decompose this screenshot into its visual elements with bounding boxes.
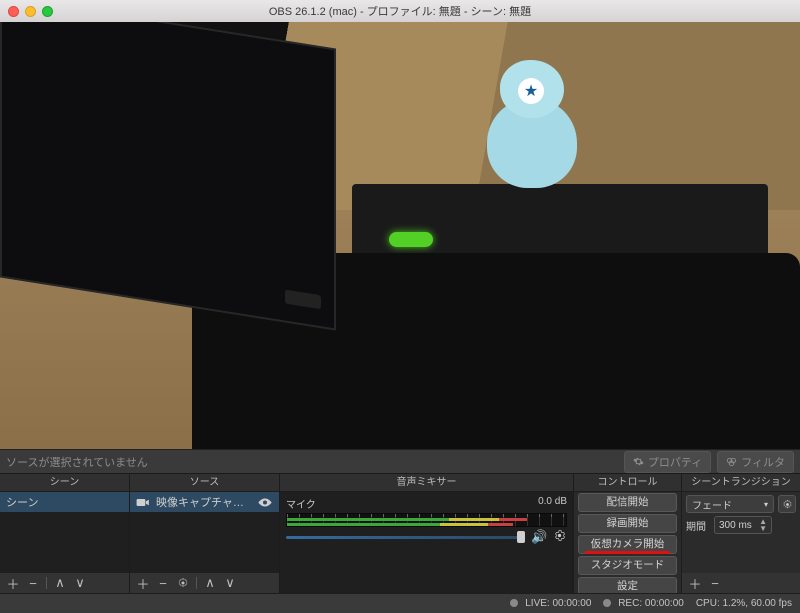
scenes-panel-title: シーン: [0, 474, 129, 492]
status-bar: LIVE: 00:00:00 REC: 00:00:00 CPU: 1.2%, …: [0, 593, 800, 613]
transition-selected-label: フェード: [692, 497, 732, 512]
controls-panel: コントロール 配信開始 録画開始 仮想カメラ開始 スタジオモード 設定 終了: [574, 474, 682, 593]
scene-move-down-button[interactable]: ∨: [71, 575, 89, 591]
scene-move-up-button[interactable]: ∧: [51, 575, 69, 591]
eye-icon[interactable]: [257, 497, 273, 508]
transition-duration-label: 期間: [686, 518, 710, 533]
gear-icon: [782, 499, 793, 510]
camera-icon: [136, 497, 150, 508]
scenes-list[interactable]: シーン: [0, 492, 129, 573]
window-traffic-lights: [8, 6, 53, 17]
status-rec: REC: 00:00:00: [603, 598, 683, 609]
audio-mixer-panel: 音声ミキサー マイク 0.0 dB 🔊: [280, 474, 574, 593]
controls-list: 配信開始 録画開始 仮想カメラ開始 スタジオモード 設定 終了: [574, 492, 681, 593]
scene-item-label: シーン: [6, 494, 38, 510]
window-title: OBS 26.1.2 (mac) - プロファイル: 無題 - シーン: 無題: [0, 3, 800, 19]
properties-button[interactable]: プロパティ: [624, 451, 711, 473]
separator: [46, 577, 47, 589]
close-window-button[interactable]: [8, 6, 19, 17]
chevron-down-icon: ▾: [764, 500, 768, 509]
transition-duration-value: 300 ms: [719, 520, 752, 531]
preview-canvas: ★: [0, 22, 800, 449]
start-streaming-button[interactable]: 配信開始: [578, 493, 677, 512]
dock: シーン シーン ＋ − ∧ ∨ ソース 映像キャプチャデバイ.. ＋ −: [0, 473, 800, 593]
transitions-toolbar: ＋ −: [682, 573, 800, 593]
status-live: LIVE: 00:00:00: [510, 598, 591, 609]
preview-toolbar: ソースが選択されていません プロパティ フィルタ: [0, 449, 800, 473]
filter-icon: [726, 456, 737, 467]
scene-transitions-body: フェード ▾ 期間 300 ms ▲▼: [682, 492, 800, 573]
remove-transition-button[interactable]: −: [706, 575, 724, 591]
maximize-window-button[interactable]: [42, 6, 53, 17]
mixer-track-name: マイク: [286, 496, 316, 511]
source-item-label: 映像キャプチャデバイ..: [156, 494, 251, 510]
mixer-settings-button[interactable]: [553, 529, 567, 545]
status-rec-time: 00:00:00: [645, 598, 684, 609]
remove-source-button[interactable]: −: [154, 575, 172, 591]
properties-button-label: プロパティ: [648, 454, 702, 470]
source-move-down-button[interactable]: ∨: [221, 575, 239, 591]
scene-transitions-title: シーントランジション: [682, 474, 800, 492]
scenes-toolbar: ＋ − ∧ ∨: [0, 573, 129, 593]
window-titlebar: OBS 26.1.2 (mac) - プロファイル: 無題 - シーン: 無題: [0, 0, 800, 22]
status-live-label: LIVE:: [525, 598, 549, 609]
rec-dot-icon: [603, 599, 611, 607]
gear-icon: [177, 577, 189, 589]
sources-panel: ソース 映像キャプチャデバイ.. ＋ − ∧ ∨: [130, 474, 280, 593]
speaker-icon[interactable]: 🔊: [531, 529, 547, 545]
scene-transitions-panel: シーントランジション フェード ▾ 期間 300 ms ▲▼ ＋: [682, 474, 800, 593]
source-properties-button[interactable]: [174, 575, 192, 591]
live-dot-icon: [510, 599, 518, 607]
audio-mixer-title: 音声ミキサー: [280, 474, 573, 492]
studio-mode-button[interactable]: スタジオモード: [578, 556, 677, 575]
gear-icon: [553, 529, 566, 542]
status-live-time: 00:00:00: [552, 598, 591, 609]
sources-list[interactable]: 映像キャプチャデバイ..: [130, 492, 279, 573]
settings-button[interactable]: 設定: [578, 577, 677, 593]
separator: [196, 577, 197, 589]
source-move-up-button[interactable]: ∧: [201, 575, 219, 591]
sources-toolbar: ＋ − ∧ ∨: [130, 573, 279, 593]
mixer-level-meter: [286, 513, 567, 527]
remove-scene-button[interactable]: −: [24, 575, 42, 591]
status-cpu: CPU: 1.2%, 60.00 fps: [696, 598, 792, 609]
gear-icon: [633, 456, 644, 467]
sources-panel-title: ソース: [130, 474, 279, 492]
source-item[interactable]: 映像キャプチャデバイ..: [130, 492, 279, 512]
scene-item[interactable]: シーン: [0, 492, 129, 512]
add-scene-button[interactable]: ＋: [4, 575, 22, 591]
spinner-arrows-icon[interactable]: ▲▼: [759, 518, 767, 532]
mixer-volume-slider[interactable]: [286, 530, 525, 544]
add-transition-button[interactable]: ＋: [686, 575, 704, 591]
minimize-window-button[interactable]: [25, 6, 36, 17]
preview-area[interactable]: ★: [0, 22, 800, 449]
transition-select[interactable]: フェード ▾: [686, 495, 774, 513]
transition-settings-button[interactable]: [778, 495, 796, 513]
mixer-track-db: 0.0 dB: [538, 496, 567, 511]
start-recording-button[interactable]: 録画開始: [578, 514, 677, 533]
controls-panel-title: コントロール: [574, 474, 681, 492]
filters-button-label: フィルタ: [741, 454, 785, 470]
mixer-track: マイク 0.0 dB 🔊: [280, 492, 573, 545]
status-rec-label: REC:: [618, 598, 642, 609]
start-virtual-camera-button[interactable]: 仮想カメラ開始: [578, 535, 677, 554]
add-source-button[interactable]: ＋: [134, 575, 152, 591]
scenes-panel: シーン シーン ＋ − ∧ ∨: [0, 474, 130, 593]
transition-duration-input[interactable]: 300 ms ▲▼: [714, 516, 772, 534]
no-source-selected-label: ソースが選択されていません: [6, 454, 618, 470]
audio-mixer-body: マイク 0.0 dB 🔊: [280, 492, 573, 593]
filters-button[interactable]: フィルタ: [717, 451, 794, 473]
